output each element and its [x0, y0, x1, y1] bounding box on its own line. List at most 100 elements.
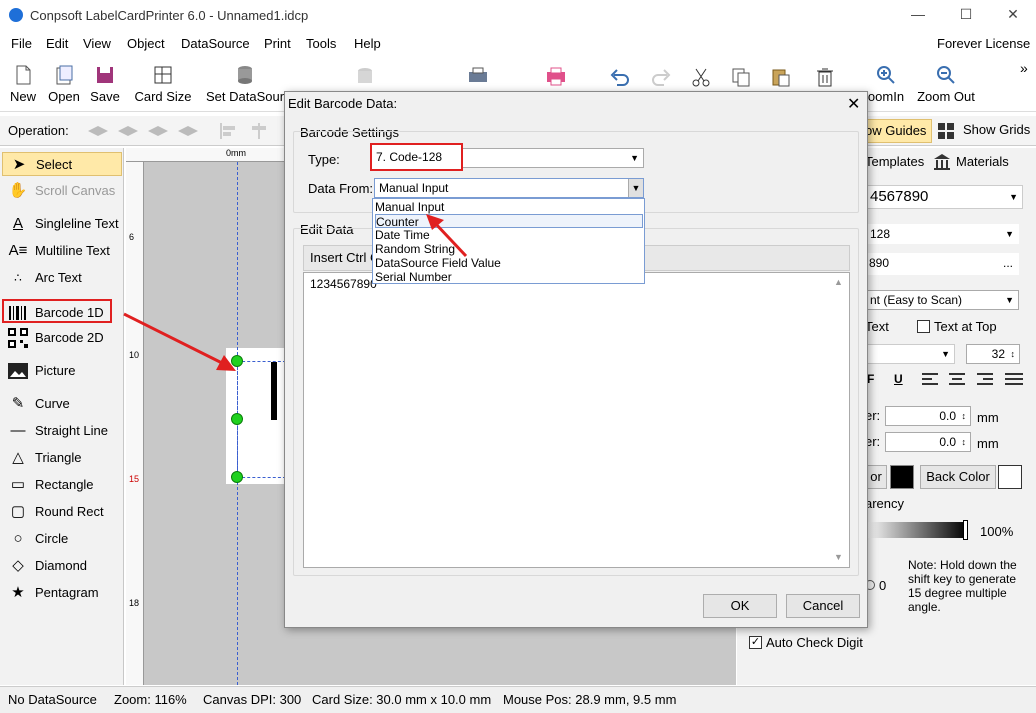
tool-multiline-text[interactable]: A≡ Multiline Text	[2, 239, 122, 263]
tool-label: Curve	[35, 396, 70, 411]
barcode-type-combo[interactable]: 128 ▼	[865, 224, 1019, 244]
arc-text-icon: ∴	[14, 271, 22, 285]
close-window-button[interactable]: ✕	[1003, 6, 1023, 26]
tool-barcode-1d[interactable]: Barcode 1D	[2, 299, 112, 323]
option-random-string[interactable]: Random String	[375, 242, 643, 256]
font-style-combo[interactable]: nt (Easy to Scan) ▼	[865, 290, 1019, 310]
back-color-button[interactable]: Back Color	[920, 465, 996, 489]
back-color-swatch[interactable]	[998, 465, 1022, 489]
fore-color-button[interactable]: or	[865, 465, 887, 489]
resize-handle[interactable]	[231, 471, 243, 483]
open-button[interactable]: Open	[47, 64, 81, 104]
chevron-down-icon[interactable]: ▼	[628, 179, 643, 197]
chevron-down-icon: ▼	[1005, 295, 1014, 305]
ok-button[interactable]: OK	[703, 594, 777, 618]
underline-button[interactable]: U	[894, 372, 903, 386]
chevron-down-icon: ▼	[1009, 192, 1018, 202]
offset-spinner-2[interactable]: 0.0 ↕	[885, 432, 971, 452]
tool-round-rect[interactable]: ▢ Round Rect	[2, 500, 122, 524]
paste-icon[interactable]	[770, 66, 792, 88]
font-size-spinner[interactable]: 32 ↕	[966, 344, 1020, 364]
tool-select[interactable]: ➤ Select	[2, 152, 122, 176]
undo-icon[interactable]	[609, 66, 631, 88]
menu-tools[interactable]: Tools	[306, 36, 336, 51]
barcode-object[interactable]	[271, 362, 277, 420]
dialog-close-button[interactable]: ✕	[847, 94, 860, 114]
toolbar-overflow-icon[interactable]: »	[1020, 60, 1028, 76]
tool-rectangle[interactable]: ▭ Rectangle	[2, 473, 122, 497]
type-value[interactable]: 7. Code-128	[370, 143, 463, 171]
data-from-combo[interactable]: Manual Input	[374, 178, 644, 198]
card-size-button[interactable]: Card Size	[134, 64, 192, 104]
print-icon[interactable]	[544, 66, 568, 88]
tool-barcode-2d[interactable]: Barcode 2D	[2, 326, 122, 350]
offset-spinner-1[interactable]: 0.0 ↕	[885, 406, 971, 426]
zoom-out-button[interactable]: Zoom Out	[914, 64, 978, 104]
cut-icon[interactable]	[690, 66, 712, 88]
set-datasource-button[interactable]: Set DataSour	[206, 64, 284, 104]
tool-circle[interactable]: ○ Circle	[2, 527, 122, 551]
menu-edit[interactable]: Edit	[46, 36, 68, 51]
save-button[interactable]: Save	[90, 64, 120, 104]
field-value: 890	[869, 256, 890, 270]
ellipsis-button[interactable]: ...	[1003, 253, 1013, 273]
minimize-button[interactable]: —	[908, 6, 928, 26]
tool-picture[interactable]: Picture	[2, 359, 122, 383]
hand-icon: ✋	[8, 182, 28, 199]
tool-arc-text[interactable]: ∴ Arc Text	[2, 266, 122, 290]
option-datasource-field-value[interactable]: DataSource Field Value	[375, 256, 643, 270]
chevron-down-icon: ▼	[941, 349, 950, 359]
show-guides-toggle[interactable]: ow Guides	[862, 119, 932, 143]
data-field[interactable]: 890...	[865, 253, 1019, 275]
maximize-button[interactable]: ☐	[956, 6, 976, 26]
tool-label: Triangle	[35, 450, 82, 465]
print-preview-icon[interactable]	[466, 66, 490, 88]
transparency-slider[interactable]	[865, 522, 967, 538]
fore-color-swatch[interactable]	[890, 465, 914, 489]
redo-icon	[652, 69, 671, 86]
text-at-top-checkbox[interactable]	[917, 320, 930, 333]
tool-straight-line[interactable]: — Straight Line	[2, 419, 122, 443]
option-serial-number[interactable]: Serial Number	[375, 270, 643, 284]
barcode-data-textarea[interactable]: 1234567890	[303, 272, 850, 568]
copy-icon[interactable]	[730, 66, 752, 88]
tool-pentagram[interactable]: ★ Pentagram	[2, 581, 122, 605]
delete-icon[interactable]	[814, 66, 836, 88]
barcode-data-combo[interactable]: 4567890 ▼	[865, 185, 1023, 209]
round-rect-icon: ▢	[10, 503, 26, 520]
new-button[interactable]: New	[8, 64, 38, 104]
tab-templates[interactable]: Templates	[865, 154, 924, 169]
curve-icon: ✎	[11, 395, 25, 412]
menu-help[interactable]: Help	[354, 36, 381, 51]
auto-check-digit-checkbox[interactable]: ✓	[749, 636, 762, 649]
tool-triangle[interactable]: △ Triangle	[2, 446, 122, 470]
tab-materials[interactable]: Materials	[956, 154, 1009, 169]
scroll-up-icon[interactable]: ▲	[834, 277, 843, 287]
text-align-icons[interactable]	[921, 372, 1025, 386]
zoom-in-button[interactable]: oomIn	[862, 64, 910, 104]
slider-thumb[interactable]	[963, 520, 968, 540]
option-date-time[interactable]: Date Time	[375, 228, 643, 242]
tool-curve[interactable]: ✎ Curve	[2, 392, 122, 416]
dialog-title: Edit Barcode Data:	[288, 96, 398, 111]
font-name-combo[interactable]: ▼	[865, 344, 955, 364]
rectangle-icon: ▭	[10, 476, 26, 493]
tool-scroll-canvas[interactable]: ✋ Scroll Canvas	[2, 179, 122, 203]
show-grids-toggle[interactable]: Show Grids	[963, 122, 1030, 137]
cancel-button[interactable]: Cancel	[786, 594, 860, 618]
ruler-mark: 15	[129, 474, 140, 484]
menu-print[interactable]: Print	[264, 36, 291, 51]
menu-object[interactable]: Object	[127, 36, 165, 51]
scroll-down-icon[interactable]: ▼	[834, 552, 843, 562]
menu-datasource[interactable]: DataSource	[181, 36, 250, 51]
option-counter[interactable]: Counter	[375, 214, 643, 229]
menu-bar: File Edit View Object DataSource Print T…	[0, 36, 1036, 56]
tool-diamond[interactable]: ◇ Diamond	[2, 554, 122, 578]
menu-view[interactable]: View	[83, 36, 111, 51]
menu-file[interactable]: File	[11, 36, 32, 51]
tool-panel: ➤ Select ✋ Scroll Canvas A Singleline Text …	[0, 148, 124, 685]
tool-singleline-text[interactable]: A Singleline Text	[2, 212, 122, 236]
bold-button[interactable]: F	[867, 372, 874, 386]
resize-handle[interactable]	[231, 413, 243, 425]
option-manual-input[interactable]: Manual Input	[375, 200, 643, 214]
